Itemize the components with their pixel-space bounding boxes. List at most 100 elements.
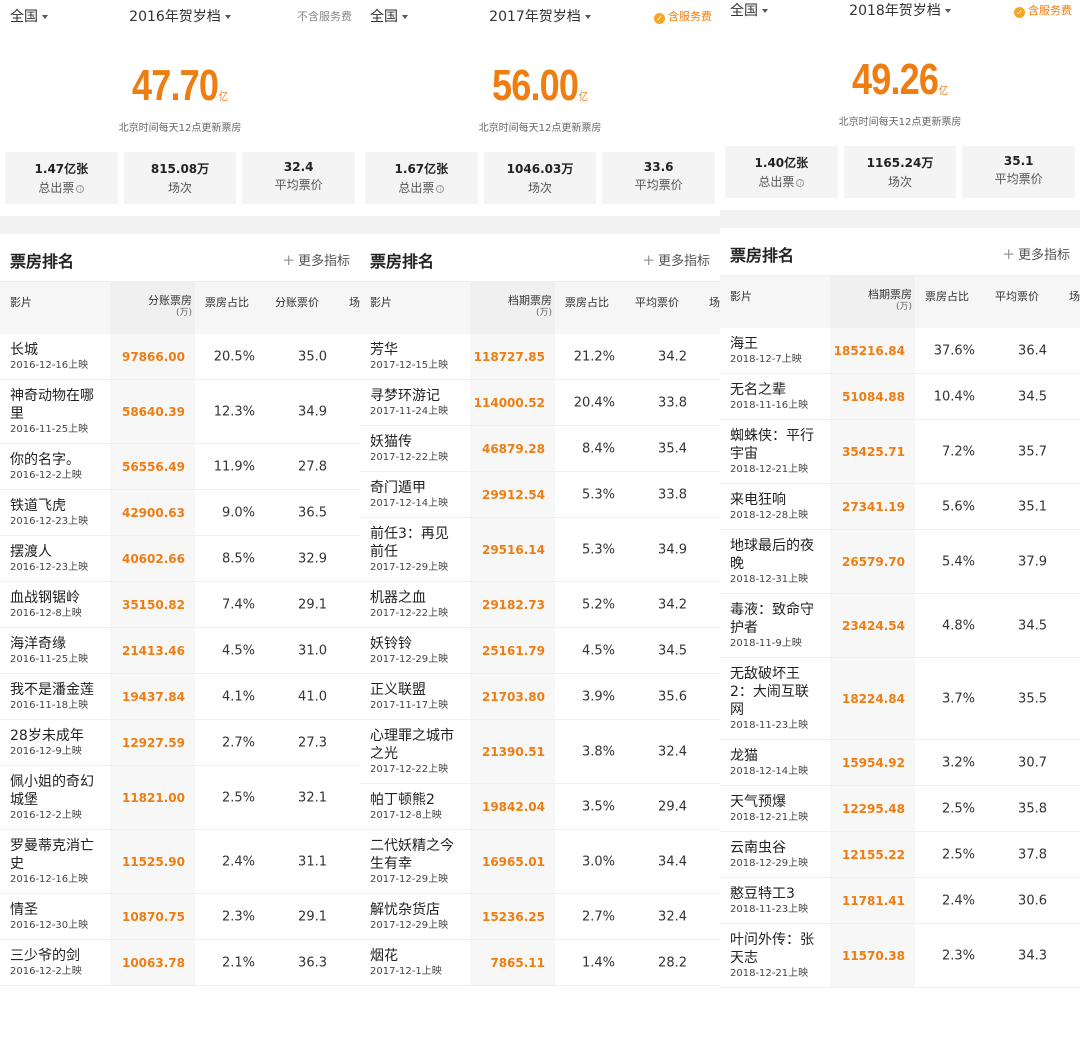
col-film[interactable]: 影片 bbox=[10, 294, 32, 310]
share-value: 2.3% bbox=[941, 948, 975, 963]
table-row[interactable]: 海王 2018-12-7上映 185216.84 37.6% 36.4 bbox=[720, 328, 1080, 374]
info-icon[interactable]: i bbox=[796, 179, 805, 187]
col-box[interactable]: 档期票房 (万) bbox=[472, 294, 552, 320]
table-row[interactable]: 毒液：致命守护者 2018-11-9上映 23424.54 4.8% 34.5 bbox=[720, 594, 1080, 658]
box-office-value: 11525.90 bbox=[121, 854, 185, 869]
section-header: 票房排名 + 更多指标 bbox=[0, 234, 360, 282]
table-row[interactable]: 摆渡人 2016-12-23上映 40602.66 8.5% 32.9 bbox=[0, 536, 360, 582]
table-row[interactable]: 龙猫 2018-12-14上映 15954.92 3.2% 30.7 bbox=[720, 740, 1080, 786]
table-row[interactable]: 解忧杂货店 2017-12-29上映 15236.25 2.7% 32.4 bbox=[360, 894, 720, 940]
info-icon[interactable]: i bbox=[76, 185, 85, 193]
table-row[interactable]: 机器之血 2017-12-22上映 29182.73 5.2% 34.2 bbox=[360, 582, 720, 628]
share-value: 2.5% bbox=[941, 847, 975, 862]
col-share[interactable]: 票房占比 bbox=[565, 294, 609, 310]
more-metrics-button[interactable]: + 更多指标 bbox=[282, 250, 350, 269]
table-row[interactable]: 神奇动物在哪里 2016-11-25上映 58640.39 12.3% 34.9 bbox=[0, 380, 360, 444]
stat-card: 1165.24万 场次 bbox=[843, 146, 957, 198]
table-row[interactable]: 前任3：再见前任 2017-12-29上映 29516.14 5.3% 34.9 bbox=[360, 518, 720, 582]
table-row[interactable]: 芳华 2017-12-15上映 118727.85 21.2% 34.2 bbox=[360, 334, 720, 380]
stat-label-wrap: 平均票价 bbox=[602, 176, 715, 193]
season-selector[interactable]: 2018年贺岁档 bbox=[849, 3, 951, 19]
table-row[interactable]: 血战钢锯岭 2016-12-8上映 35150.82 7.4% 29.1 bbox=[0, 582, 360, 628]
share-value: 4.5% bbox=[581, 643, 615, 658]
table-row[interactable]: 你的名字。 2016-12-2上映 56556.49 11.9% 27.8 bbox=[0, 444, 360, 490]
film-name: 佩小姐的奇幻城堡 bbox=[10, 774, 94, 808]
film-name: 罗曼蒂克消亡史 bbox=[10, 838, 94, 872]
season-selector[interactable]: 2016年贺岁档 bbox=[129, 9, 231, 25]
box-office-value: 58640.39 bbox=[121, 404, 185, 419]
table-row[interactable]: 天气预爆 2018-12-21上映 12295.48 2.5% 35.8 bbox=[720, 786, 1080, 832]
share-value: 11.9% bbox=[213, 459, 255, 474]
stat-value: 1165.24万 bbox=[866, 156, 934, 170]
table-row[interactable]: 三少爷的剑 2016-12-2上映 10063.78 2.1% 36.3 bbox=[0, 940, 360, 986]
col-share[interactable]: 票房占比 bbox=[205, 294, 249, 310]
col-film[interactable]: 影片 bbox=[730, 288, 752, 304]
avg-price-value: 28.2 bbox=[658, 955, 687, 970]
table-row[interactable]: 罗曼蒂克消亡史 2016-12-16上映 11525.90 2.4% 31.1 bbox=[0, 830, 360, 894]
table-row[interactable]: 正义联盟 2017-11-17上映 21703.80 3.9% 35.6 bbox=[360, 674, 720, 720]
stats-row: 1.67亿张 总出票 i 1046.03万 场次 33.6 平均票价 bbox=[360, 152, 720, 204]
table-row[interactable]: 海洋奇缘 2016-11-25上映 21413.46 4.5% 31.0 bbox=[0, 628, 360, 674]
service-fee-toggle[interactable]: ✓ 含服务费 bbox=[654, 8, 712, 24]
col-price[interactable]: 平均票价 bbox=[995, 288, 1039, 304]
film-cell: 海洋奇缘 2016-11-25上映 bbox=[0, 628, 100, 673]
release-date: 2018-11-16上映 bbox=[730, 400, 809, 411]
table-row[interactable]: 云南虫谷 2018-12-29上映 12155.22 2.5% 37.8 bbox=[720, 832, 1080, 878]
table-row[interactable]: 无名之辈 2018-11-16上映 51084.88 10.4% 34.5 bbox=[720, 374, 1080, 420]
season-panel-2: 全国 2017年贺岁档 ✓ 含服务费 56.00亿 北京时间每天12点更新票房 1.67亿张… bbox=[360, 0, 720, 1058]
service-fee-toggle[interactable]: 不含服务费 bbox=[297, 8, 352, 24]
share-value: 1.4% bbox=[581, 955, 615, 970]
table-row[interactable]: 28岁未成年 2016-12-9上映 12927.59 2.7% 27.3 bbox=[0, 720, 360, 766]
table-row[interactable]: 无敌破坏王2：大闹互联网 2018-11-23上映 18224.84 3.7% 35.5 bbox=[720, 658, 1080, 740]
table-row[interactable]: 佩小姐的奇幻城堡 2016-12-2上映 11821.00 2.5% 32.1 bbox=[0, 766, 360, 830]
table-row[interactable]: 妖猫传 2017-12-22上映 46879.28 8.4% 35.4 bbox=[360, 426, 720, 472]
film-name: 海洋奇缘 bbox=[10, 636, 66, 652]
top-bar: 全国 2018年贺岁档 ✓ 含服务费 bbox=[720, 0, 1080, 26]
table-row[interactable]: 寻梦环游记 2017-11-24上映 114000.52 20.4% 33.8 bbox=[360, 380, 720, 426]
col-price[interactable]: 分账票价 bbox=[275, 294, 319, 310]
table-row[interactable]: 帕丁顿熊2 2017-12-8上映 19842.04 3.5% 29.4 bbox=[360, 784, 720, 830]
service-fee-label: 含服务费 bbox=[1028, 4, 1072, 17]
more-metrics-button[interactable]: + 更多指标 bbox=[642, 250, 710, 269]
table-row[interactable]: 长城 2016-12-16上映 97866.00 20.5% 35.0 bbox=[0, 334, 360, 380]
box-office-value: 7865.11 bbox=[490, 955, 545, 970]
avg-price-value: 35.5 bbox=[1018, 691, 1047, 706]
table-row[interactable]: 我不是潘金莲 2016-11-18上映 19437.84 4.1% 41.0 bbox=[0, 674, 360, 720]
stat-card: 1.67亿张 总出票 i bbox=[365, 152, 478, 204]
table-row[interactable]: 憨豆特工3 2018-11-23上映 11781.41 2.4% 30.6 bbox=[720, 878, 1080, 924]
film-name: 三少爷的剑 bbox=[10, 948, 80, 964]
service-fee-toggle[interactable]: ✓ 含服务费 bbox=[1014, 2, 1072, 18]
stat-value: 815.08万 bbox=[150, 162, 210, 176]
col-box-unit: (万) bbox=[535, 308, 552, 318]
more-metrics-button[interactable]: + 更多指标 bbox=[1002, 244, 1070, 263]
film-name: 地球最后的夜晚 bbox=[730, 538, 814, 572]
col-share[interactable]: 票房占比 bbox=[925, 288, 969, 304]
film-cell: 无敌破坏王2：大闹互联网 2018-11-23上映 bbox=[720, 658, 820, 739]
table-row[interactable]: 二代妖精之今生有幸 2017-12-29上映 16965.01 3.0% 34.4 bbox=[360, 830, 720, 894]
col-film[interactable]: 影片 bbox=[370, 294, 392, 310]
table-row[interactable]: 铁道飞虎 2016-12-23上映 42900.63 9.0% 36.5 bbox=[0, 490, 360, 536]
stat-label: 场次 bbox=[168, 181, 193, 195]
avg-price-value: 34.5 bbox=[1018, 389, 1047, 404]
total-box-office: 49.26亿 北京时间每天12点更新票房 bbox=[720, 26, 1080, 146]
table-row[interactable]: 地球最后的夜晚 2018-12-31上映 26579.70 5.4% 37.9 bbox=[720, 530, 1080, 594]
stat-value: 1046.03万 bbox=[506, 162, 574, 176]
service-fee-label: 不含服务费 bbox=[297, 10, 352, 23]
box-office-value: 21703.80 bbox=[481, 689, 545, 704]
table-row[interactable]: 情圣 2016-12-30上映 10870.75 2.3% 29.1 bbox=[0, 894, 360, 940]
info-icon[interactable]: i bbox=[436, 185, 445, 193]
col-box-label: 档期票房 bbox=[508, 294, 552, 307]
col-box[interactable]: 档期票房 (万) bbox=[832, 288, 912, 314]
table-row[interactable]: 叶问外传：张天志 2018-12-21上映 11570.38 2.3% 34.3 bbox=[720, 924, 1080, 988]
table-row[interactable]: 心理罪之城市之光 2017-12-22上映 21390.51 3.8% 32.4 bbox=[360, 720, 720, 784]
table-row[interactable]: 烟花 2017-12-1上映 7865.11 1.4% 28.2 bbox=[360, 940, 720, 986]
season-selector[interactable]: 2017年贺岁档 bbox=[489, 9, 591, 25]
table-row[interactable]: 奇门遁甲 2017-12-14上映 29912.54 5.3% 33.8 bbox=[360, 472, 720, 518]
col-box[interactable]: 分账票房 (万) bbox=[112, 294, 192, 320]
stat-value: 1.47亿张 bbox=[34, 162, 89, 176]
table-row[interactable]: 来电狂响 2018-12-28上映 27341.19 5.6% 35.1 bbox=[720, 484, 1080, 530]
col-price[interactable]: 平均票价 bbox=[635, 294, 679, 310]
table-row[interactable]: 妖铃铃 2017-12-29上映 25161.79 4.5% 34.5 bbox=[360, 628, 720, 674]
table-row[interactable]: 蜘蛛侠：平行宇宙 2018-12-21上映 35425.71 7.2% 35.7 bbox=[720, 420, 1080, 484]
film-name: 天气预爆 bbox=[730, 794, 786, 810]
